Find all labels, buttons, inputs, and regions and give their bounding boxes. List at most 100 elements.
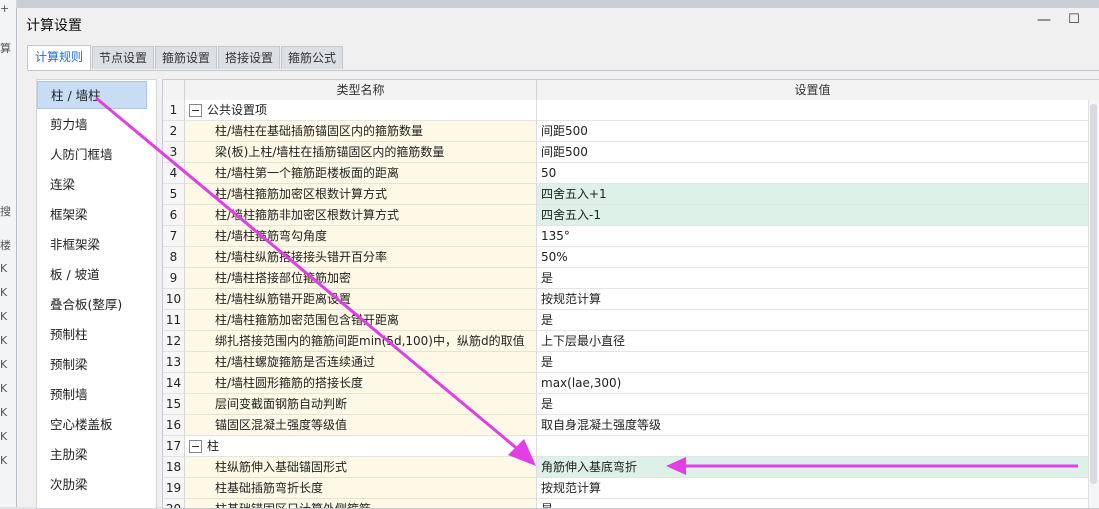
sidebar-item[interactable]: 预制柱 <box>37 321 156 349</box>
header-setting-value: 设置值 <box>794 83 831 97</box>
background-panel-glyph: 搜 <box>0 205 11 218</box>
type-name-label: 柱/墙柱箍筋非加密区根数计算方式 <box>215 208 400 222</box>
collapse-toggle-icon[interactable] <box>189 104 202 117</box>
tab-1[interactable]: 计算规则 <box>27 45 91 70</box>
group-label: 公共设置项 <box>207 103 268 117</box>
maximize-button[interactable]: ☐ <box>1063 12 1085 34</box>
setting-value-cell[interactable]: 上下层最小直径 <box>537 331 1088 352</box>
type-name-cell: 柱/墙柱圆形箍筋的搭接长度 <box>185 373 537 394</box>
table-row[interactable]: 19 柱基础插筋弯折长度 按规范计算 <box>163 478 1088 499</box>
tab-3[interactable]: 箍筋设置 <box>155 46 217 69</box>
setting-value-cell[interactable]: 按规范计算 <box>537 478 1088 499</box>
setting-value-cell[interactable]: max(lae,300) <box>537 373 1088 394</box>
row-number: 3 <box>163 142 185 163</box>
type-name-label: 柱/墙柱箍筋弯勾角度 <box>215 229 328 243</box>
type-name-label: 柱/墙柱纵筋错开距离设置 <box>215 292 352 306</box>
setting-value-cell[interactable]: 取自身混凝土强度等级 <box>537 415 1088 436</box>
minimize-button[interactable]: — <box>1033 12 1055 34</box>
background-panel-glyph: + <box>0 2 10 15</box>
background-toolbar <box>0 0 1099 8</box>
row-number: 4 <box>163 163 185 184</box>
header-type-name: 类型名称 <box>185 80 537 100</box>
type-name-cell: 柱/墙柱纵筋搭接接头错开百分率 <box>185 247 537 268</box>
type-name-cell: 柱/墙柱搭接部位箍筋加密 <box>185 268 537 289</box>
collapse-toggle-icon[interactable] <box>189 440 202 453</box>
type-name-label: 柱纵筋伸入基础锚固形式 <box>215 460 348 474</box>
type-name-cell: 柱纵筋伸入基础锚固形式 <box>185 457 537 478</box>
sidebar-item[interactable]: 连梁 <box>37 171 156 199</box>
sidebar-item[interactable]: 预制梁 <box>37 351 156 379</box>
setting-value-cell[interactable]: 间距500 <box>537 142 1088 163</box>
row-number: 13 <box>163 352 185 373</box>
background-panel-glyph: 算 <box>0 42 11 55</box>
grid-header: 类型名称 设置值 <box>163 80 1099 101</box>
sidebar-item[interactable]: 非框架梁 <box>37 231 156 259</box>
table-row[interactable]: 7 柱/墙柱箍筋弯勾角度 135° <box>163 226 1088 247</box>
calc-settings-dialog: 计算设置 — ☐ 计算规则 节点设置 箍筋设置 搭接设置 箍筋公式 柱 / 墙柱 剪力墙人… <box>16 8 1099 509</box>
background-panel-glyph: K <box>0 310 8 323</box>
setting-value-cell[interactable]: 四舍五入-1 <box>537 205 1088 226</box>
table-row[interactable]: 8 柱/墙柱纵筋搭接接头错开百分率 50% <box>163 247 1088 268</box>
table-row[interactable]: 2 柱/墙柱在基础插筋锚固区内的箍筋数量 间距500 <box>163 121 1088 142</box>
table-row[interactable]: 20 柱基础锚固区只计算外侧箍筋 是 <box>163 499 1088 508</box>
type-name-label: 柱基础插筋弯折长度 <box>215 481 324 495</box>
table-row[interactable]: 18 柱纵筋伸入基础锚固形式 角筋伸入基底弯折 <box>163 457 1088 478</box>
tab-5[interactable]: 箍筋公式 <box>281 46 343 69</box>
setting-value-cell[interactable]: 间距500 <box>537 121 1088 142</box>
settings-grid: 类型名称 设置值 1 公共设置项 2 柱/墙柱在基础插筋锚固区内的箍筋数量 间距500 3… <box>162 79 1099 509</box>
table-row[interactable]: 1 公共设置项 <box>163 100 1088 121</box>
grid-scrollbar-thumb[interactable] <box>1090 104 1097 484</box>
setting-value-cell[interactable]: 50% <box>537 247 1088 268</box>
setting-value-cell[interactable]: 按规范计算 <box>537 289 1088 310</box>
row-number: 6 <box>163 205 185 226</box>
setting-value-cell[interactable]: 是 <box>537 352 1088 373</box>
sidebar-item[interactable]: 叠合板(整厚) <box>37 291 156 319</box>
table-row[interactable]: 9 柱/墙柱搭接部位箍筋加密 是 <box>163 268 1088 289</box>
setting-value-cell[interactable]: 是 <box>537 499 1088 508</box>
type-name-cell: 锚固区混凝土强度等级值 <box>185 415 537 436</box>
type-name-cell: 柱/墙柱纵筋错开距离设置 <box>185 289 537 310</box>
table-row[interactable]: 11 柱/墙柱箍筋加密范围包含错开距离 是 <box>163 310 1088 331</box>
tab-2[interactable]: 节点设置 <box>92 46 154 69</box>
sidebar-item[interactable]: 次肋梁 <box>37 471 156 499</box>
setting-value-cell <box>537 436 1088 457</box>
group-header-cell: 柱 <box>185 436 537 457</box>
setting-value-cell[interactable]: 是 <box>537 310 1088 331</box>
setting-value-cell[interactable]: 是 <box>537 394 1088 415</box>
table-row[interactable]: 13 柱/墙柱螺旋箍筋是否连续通过 是 <box>163 352 1088 373</box>
type-name-cell: 柱/墙柱箍筋加密区根数计算方式 <box>185 184 537 205</box>
sidebar-item[interactable]: 板 / 坡道 <box>37 261 156 289</box>
sidebar-item[interactable]: 主肋梁 <box>37 441 156 469</box>
table-row[interactable]: 17 柱 <box>163 436 1088 457</box>
table-row[interactable]: 14 柱/墙柱圆形箍筋的搭接长度 max(lae,300) <box>163 373 1088 394</box>
row-number: 7 <box>163 226 185 247</box>
sidebar-item[interactable]: 柱 / 墙柱 <box>37 81 147 109</box>
sidebar-item[interactable]: 人防门框墙 <box>37 141 156 169</box>
table-row[interactable]: 10 柱/墙柱纵筋错开距离设置 按规范计算 <box>163 289 1088 310</box>
table-row[interactable]: 12 绑扎搭接范围内的箍筋间距min(5d,100)中，纵筋d的取值 上下层最小直径 <box>163 331 1088 352</box>
type-name-label: 柱/墙柱搭接部位箍筋加密 <box>215 271 352 285</box>
setting-value-cell[interactable]: 角筋伸入基底弯折 <box>537 457 1088 478</box>
sidebar-item[interactable]: 框架梁 <box>37 201 156 229</box>
setting-value-cell[interactable]: 四舍五入+1 <box>537 184 1088 205</box>
sidebar-item[interactable]: 剪力墙 <box>37 111 156 139</box>
setting-value-cell[interactable]: 50 <box>537 163 1088 184</box>
sidebar-item[interactable]: 空心楼盖板 <box>37 411 156 439</box>
type-name-cell: 绑扎搭接范围内的箍筋间距min(5d,100)中，纵筋d的取值 <box>185 331 537 352</box>
sidebar-item[interactable]: 预制墙 <box>37 381 156 409</box>
setting-value-cell[interactable]: 135° <box>537 226 1088 247</box>
component-sidebar: 柱 / 墙柱 剪力墙 人防门框墙 连梁 框架梁 非框架梁板 / 坡道 叠合板(整厚) 预制柱预… <box>36 79 157 509</box>
table-row[interactable]: 15 层间变截面钢筋自动判断 是 <box>163 394 1088 415</box>
table-row[interactable]: 4 柱/墙柱第一个箍筋距楼板面的距离 50 <box>163 163 1088 184</box>
setting-value-cell <box>537 100 1088 121</box>
table-row[interactable]: 5 柱/墙柱箍筋加密区根数计算方式 四舍五入+1 <box>163 184 1088 205</box>
row-number: 5 <box>163 184 185 205</box>
tab-divider <box>27 70 1099 71</box>
table-row[interactable]: 6 柱/墙柱箍筋非加密区根数计算方式 四舍五入-1 <box>163 205 1088 226</box>
row-number: 1 <box>163 100 185 121</box>
tab-4[interactable]: 搭接设置 <box>218 46 280 69</box>
table-row[interactable]: 16 锚固区混凝土强度等级值 取自身混凝土强度等级 <box>163 415 1088 436</box>
background-panel-glyph: K <box>0 406 8 419</box>
setting-value-cell[interactable]: 是 <box>537 268 1088 289</box>
table-row[interactable]: 3 梁(板)上柱/墙柱在插筋锚固区内的箍筋数量 间距500 <box>163 142 1088 163</box>
